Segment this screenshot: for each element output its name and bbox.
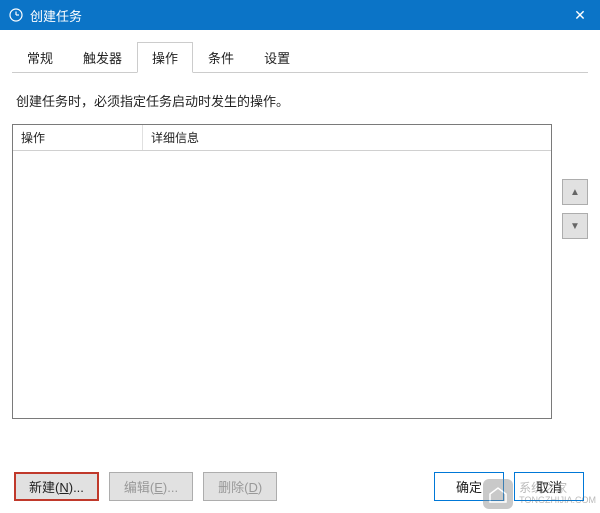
cancel-button[interactable]: 取消: [514, 472, 584, 501]
actions-table[interactable]: 操作 详细信息: [12, 124, 552, 419]
clock-icon: [8, 7, 24, 23]
close-icon[interactable]: ✕: [560, 0, 600, 30]
new-button[interactable]: 新建(N)...: [14, 472, 99, 501]
tab-actions[interactable]: 操作: [137, 42, 193, 73]
reorder-buttons: ▲ ▼: [562, 179, 588, 239]
delete-button-label: 删除(D): [218, 480, 262, 495]
edit-button-label: 编辑(E)...: [124, 480, 178, 495]
dialog-content: 常规 触发器 操作 条件 设置 创建任务时，必须指定任务启动时发生的操作。 操作…: [0, 30, 600, 513]
tab-settings[interactable]: 设置: [249, 42, 305, 73]
dialog-buttons: 确定 取消: [434, 472, 584, 501]
tab-conditions[interactable]: 条件: [193, 42, 249, 73]
column-action[interactable]: 操作: [13, 125, 143, 150]
delete-button[interactable]: 删除(D): [203, 472, 277, 501]
new-button-label: 新建(N)...: [29, 480, 84, 495]
description-text: 创建任务时，必须指定任务启动时发生的操作。: [16, 91, 584, 110]
column-detail[interactable]: 详细信息: [143, 125, 551, 150]
tab-general[interactable]: 常规: [12, 42, 68, 73]
tab-triggers[interactable]: 触发器: [68, 42, 137, 73]
table-area: 操作 详细信息 ▲ ▼: [12, 124, 588, 460]
edit-button[interactable]: 编辑(E)...: [109, 472, 193, 501]
table-header: 操作 详细信息: [13, 125, 551, 151]
ok-button[interactable]: 确定: [434, 472, 504, 501]
move-up-button[interactable]: ▲: [562, 179, 588, 205]
window-title: 创建任务: [30, 6, 560, 25]
move-down-button[interactable]: ▼: [562, 213, 588, 239]
titlebar: 创建任务 ✕: [0, 0, 600, 30]
tab-bar: 常规 触发器 操作 条件 设置: [12, 42, 588, 73]
